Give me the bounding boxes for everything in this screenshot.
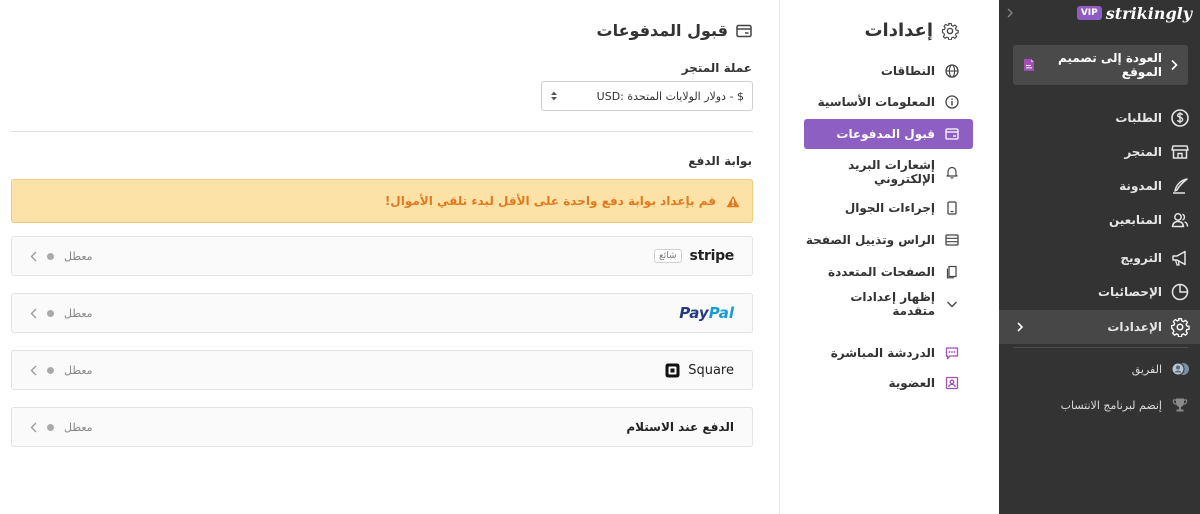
pages-icon bbox=[945, 265, 959, 279]
credit-card-icon bbox=[945, 127, 959, 141]
sidebar-item-team[interactable]: الفريق bbox=[999, 352, 1200, 386]
team-avatars-icon bbox=[1170, 359, 1190, 379]
chevron-right-icon bbox=[1170, 59, 1178, 71]
status-dot bbox=[47, 309, 54, 317]
currency-label: عملة المتجر bbox=[681, 61, 752, 75]
nav-item-mobile-actions[interactable]: إجراءات الجوال bbox=[804, 193, 973, 223]
nav-item-header-footer[interactable]: الراس وتذييل الصفحة bbox=[804, 225, 973, 255]
nav-item-email-notifications[interactable]: إشعارات البريد الإلكتروني bbox=[804, 153, 973, 191]
trophy-icon bbox=[1170, 395, 1190, 415]
app-sidebar: VIP strikingly العودة إلى تصميم الموقع ا… bbox=[999, 0, 1200, 514]
users-icon bbox=[1170, 210, 1190, 230]
site-document-icon bbox=[1023, 58, 1035, 72]
collapse-chevron-icon[interactable] bbox=[1003, 6, 1017, 20]
sidebar-item-followers[interactable]: المتابعين bbox=[999, 203, 1200, 237]
nav-item-domains[interactable]: النطاقات bbox=[804, 56, 973, 86]
dollar-circle-icon bbox=[1170, 108, 1190, 128]
gateway-status: معطل bbox=[30, 351, 93, 389]
settings-nav: إعدادات النطاقات المعلومات الأساسية قبول… bbox=[779, 0, 999, 514]
info-circle-icon bbox=[945, 95, 959, 109]
gateway-label: بوابة الدفع bbox=[688, 154, 752, 168]
paypal-logo: PayPal bbox=[679, 294, 734, 332]
nav-item-show-advanced[interactable]: إظهار إعدادات متقدمة bbox=[804, 289, 973, 319]
chevron-right-icon bbox=[1015, 321, 1025, 333]
stripe-logo: شائع stripe bbox=[653, 237, 735, 275]
nav-item-multiple-pages[interactable]: الصفحات المتعددة bbox=[804, 257, 973, 287]
chevron-down-icon bbox=[945, 297, 959, 311]
warning-triangle-icon bbox=[726, 195, 740, 208]
gateway-row-paypal[interactable]: PayPal معطل bbox=[11, 293, 753, 333]
nav-item-accept-payments[interactable]: قبول المدفوعات bbox=[804, 119, 973, 149]
gateway-row-cod[interactable]: الدفع عند الاستلام معطل bbox=[11, 407, 753, 447]
section-divider bbox=[11, 131, 753, 132]
back-to-design-button[interactable]: العودة إلى تصميم الموقع bbox=[1013, 45, 1188, 85]
gateway-status: معطل bbox=[30, 294, 93, 332]
gear-icon bbox=[1170, 317, 1190, 337]
layout-rows-icon bbox=[945, 233, 959, 247]
chevron-left-icon bbox=[30, 308, 37, 319]
sidebar-item-analytics[interactable]: الإحصائيات bbox=[999, 275, 1200, 309]
gateway-status: معطل bbox=[30, 408, 93, 446]
settings-title-text: إعدادات bbox=[864, 20, 933, 41]
sidebar-item-blog[interactable]: المدونة bbox=[999, 169, 1200, 203]
alert-text: قم بإعداد بوابة دفع واحدة على الأقل لبدء… bbox=[384, 194, 716, 208]
paypal-wordmark: PayPal bbox=[679, 304, 734, 322]
currency-select[interactable]: USD: دولار الولايات المتحدة - $ bbox=[541, 81, 753, 111]
page-title: قبول المدفوعات bbox=[597, 21, 752, 40]
mobile-phone-icon bbox=[945, 201, 959, 215]
chevron-left-icon bbox=[30, 422, 37, 433]
sidebar-item-affiliate[interactable]: إنضم لبرنامج الانتساب bbox=[999, 388, 1200, 422]
bell-icon bbox=[945, 165, 959, 179]
select-arrows-icon bbox=[550, 90, 558, 102]
gateway-row-square[interactable]: Square معطل bbox=[11, 350, 753, 390]
quill-pen-icon bbox=[1170, 176, 1190, 196]
popular-badge: شائع bbox=[653, 249, 682, 263]
cod-text: الدفع عند الاستلام bbox=[626, 420, 734, 434]
page-title-text: قبول المدفوعات bbox=[596, 21, 728, 40]
chat-bubble-icon bbox=[945, 346, 959, 360]
sidebar-item-store[interactable]: المتجر bbox=[999, 135, 1200, 169]
megaphone-icon bbox=[1170, 248, 1190, 268]
cod-label: الدفع عند الاستلام bbox=[626, 408, 734, 446]
globe-icon bbox=[945, 64, 959, 78]
sidebar-item-settings[interactable]: الإعدادات bbox=[999, 310, 1200, 344]
status-dot bbox=[47, 423, 54, 431]
payments-panel: قبول المدفوعات عملة المتجر USD: دولار ال… bbox=[0, 0, 779, 514]
chevron-left-icon bbox=[30, 365, 37, 376]
square-logo: Square bbox=[665, 351, 734, 389]
brand-name: strikingly bbox=[1105, 3, 1192, 23]
gear-icon bbox=[941, 22, 959, 40]
settings-title: إعدادات bbox=[864, 20, 959, 41]
gateway-row-stripe[interactable]: شائع stripe معطل bbox=[11, 236, 753, 276]
vip-badge: VIP bbox=[1076, 6, 1102, 20]
sidebar-item-orders[interactable]: الطلبات bbox=[999, 101, 1200, 135]
square-wordmark: Square bbox=[688, 362, 734, 378]
nav-item-live-chat[interactable]: الدردشة المباشرة bbox=[804, 338, 973, 368]
credit-card-icon bbox=[736, 24, 752, 38]
square-mark-icon bbox=[665, 363, 680, 378]
sidebar-item-promotion[interactable]: الترويج bbox=[999, 241, 1200, 275]
status-text: معطل bbox=[64, 249, 93, 263]
status-dot bbox=[47, 252, 54, 260]
warning-alert: قم بإعداد بوابة دفع واحدة على الأقل لبدء… bbox=[11, 179, 753, 223]
brand-logo[interactable]: VIP strikingly bbox=[1076, 3, 1192, 23]
stripe-wordmark: stripe bbox=[689, 248, 735, 264]
status-text: معطل bbox=[64, 363, 93, 377]
nav-item-basic-info[interactable]: المعلومات الأساسية bbox=[804, 87, 973, 117]
status-text: معطل bbox=[64, 420, 93, 434]
member-card-icon bbox=[945, 376, 959, 390]
sidebar-divider bbox=[1013, 347, 1188, 348]
nav-item-membership[interactable]: العضوية bbox=[804, 368, 973, 398]
status-dot bbox=[47, 366, 54, 374]
pie-chart-icon bbox=[1170, 282, 1190, 302]
chevron-left-icon bbox=[30, 251, 37, 262]
currency-value: USD: دولار الولايات المتحدة - $ bbox=[596, 89, 744, 103]
store-icon bbox=[1170, 142, 1190, 162]
gateway-status: معطل bbox=[30, 237, 93, 275]
status-text: معطل bbox=[64, 306, 93, 320]
